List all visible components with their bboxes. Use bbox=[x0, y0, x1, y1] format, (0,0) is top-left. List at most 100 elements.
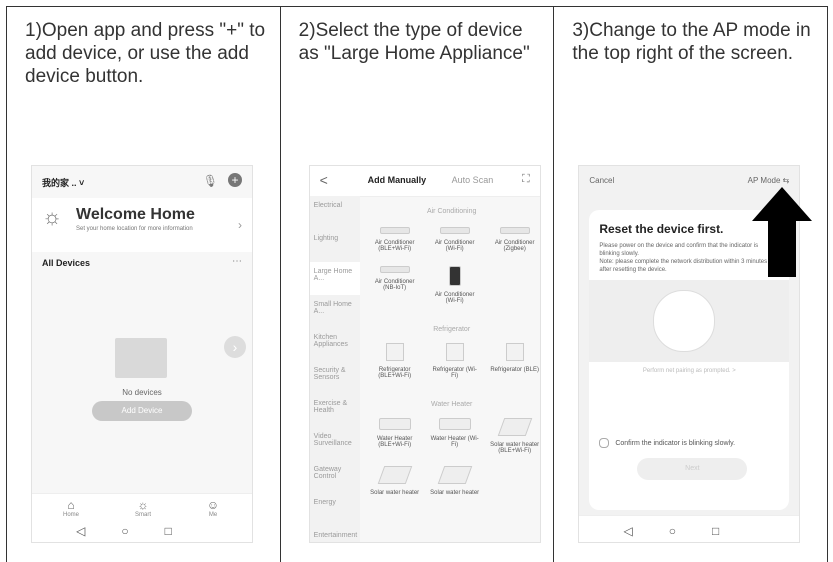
cancel-button[interactable]: Cancel bbox=[589, 176, 614, 185]
category-item[interactable]: Security & Sensors bbox=[310, 361, 360, 394]
water-heater-icon bbox=[438, 418, 471, 430]
portable-ac-icon bbox=[448, 266, 461, 286]
phone-add-device-screen: < Add Manually Auto Scan ⛶ Electrical Li… bbox=[308, 165, 541, 543]
back-triangle-icon[interactable]: ◁ bbox=[623, 524, 668, 538]
section-title: Water Heater bbox=[430, 401, 473, 408]
step-2-panel: 2)Select the type of device as "Large Ho… bbox=[281, 7, 555, 562]
recent-square-icon[interactable]: □ bbox=[712, 524, 755, 538]
category-item-selected[interactable]: Large Home A... bbox=[309, 262, 360, 295]
nav-me[interactable]: ☺ Me bbox=[188, 498, 238, 518]
step-1-caption: 1)Open app and press "+" to add device, … bbox=[25, 20, 266, 87]
device-label: Air Conditioner (NB-IoT) bbox=[374, 279, 415, 291]
welcome-subtitle: Set your home location for more informat… bbox=[76, 226, 193, 232]
category-item[interactable]: Kitchen Appliances bbox=[310, 328, 360, 361]
nav-smart[interactable]: ☼ Smart bbox=[118, 498, 168, 518]
solar-heater-icon bbox=[377, 466, 412, 484]
scan-icon[interactable]: ⛶ bbox=[522, 173, 530, 186]
welcome-card[interactable]: ☼ Welcome Home Set your home location fo… bbox=[32, 198, 252, 252]
home-icon: ⌂ bbox=[67, 498, 75, 512]
reset-title: Reset the device first. bbox=[599, 222, 724, 236]
add-plus-icon[interactable]: + bbox=[228, 173, 242, 187]
instruction-grid: 1)Open app and press "+" to add device, … bbox=[6, 6, 829, 562]
device-label: Air Conditioner (Wi-Fi) bbox=[434, 240, 475, 252]
device-item[interactable]: Air Conditioner (Wi-Fi) bbox=[430, 223, 480, 252]
device-item[interactable]: Water Heater (Wi-Fi) bbox=[430, 416, 480, 454]
radio-button[interactable] bbox=[599, 438, 610, 448]
home-title[interactable]: 我的家 .. ˅ bbox=[42, 176, 84, 189]
device-item[interactable]: Water Heater (BLE+Wi-Fi) bbox=[370, 416, 420, 454]
device-label: Solar water heater (BLE+Wi-Fi) bbox=[490, 442, 540, 454]
device-item[interactable]: Air Conditioner (NB-IoT) bbox=[370, 262, 420, 304]
solar-heater-icon bbox=[497, 418, 532, 436]
device-item[interactable]: Refrigerator (Wi-Fi) bbox=[430, 341, 480, 379]
confirm-row[interactable]: Confirm the indicator is blinking slowly… bbox=[599, 438, 789, 448]
smart-icon: ☼ bbox=[137, 498, 149, 512]
device-label: Solar water heater bbox=[430, 490, 480, 496]
device-item[interactable]: Air Conditioner (Zigbee) bbox=[490, 223, 540, 252]
home-circle-icon[interactable]: ○ bbox=[121, 524, 164, 538]
nav-home-label: Home bbox=[62, 512, 79, 518]
device-label: Refrigerator (BLE+Wi-Fi) bbox=[378, 367, 412, 379]
device-item[interactable]: Air Conditioner (BLE+Wi-Fi) bbox=[370, 223, 420, 252]
device-item[interactable]: Refrigerator (BLE+Wi-Fi) bbox=[370, 341, 420, 379]
system-nav: ◁○□ bbox=[579, 524, 799, 538]
nav-me-label: Me bbox=[208, 512, 218, 518]
category-item[interactable]: Gateway Control bbox=[310, 460, 360, 493]
all-devices-label[interactable]: All Devices bbox=[42, 258, 90, 268]
nav-home[interactable]: ⌂ Home bbox=[46, 498, 96, 518]
tab-auto-scan[interactable]: Auto Scan bbox=[452, 175, 494, 185]
me-icon: ☺ bbox=[206, 498, 220, 512]
device-label: Water Heater (Wi-Fi) bbox=[430, 436, 479, 448]
no-devices-text: No devices bbox=[122, 388, 162, 397]
device-label: Air Conditioner (Wi-Fi) bbox=[434, 292, 475, 304]
system-nav-bar: ◁○□ bbox=[579, 515, 800, 542]
device-item[interactable]: Solar water heater bbox=[370, 464, 420, 496]
more-icon[interactable]: ⋯ bbox=[232, 256, 242, 267]
category-item[interactable]: Video Surveillance bbox=[310, 427, 360, 460]
ac-items: Air Conditioner (BLE+Wi-Fi) Air Conditio… bbox=[364, 223, 540, 314]
water-heater-icon bbox=[378, 418, 411, 430]
side-arrow-icon[interactable]: › bbox=[224, 336, 246, 358]
fridge-items: Refrigerator (BLE+Wi-Fi) Refrigerator (W… bbox=[364, 341, 540, 389]
mic-icon[interactable]: 🎙 bbox=[203, 174, 218, 188]
recent-square-icon[interactable]: □ bbox=[165, 524, 208, 538]
next-button[interactable]: Next bbox=[637, 458, 748, 480]
ac-icon bbox=[499, 227, 530, 234]
device-item[interactable]: Solar water heater bbox=[430, 464, 480, 496]
fridge-icon bbox=[445, 343, 464, 361]
category-item[interactable]: Exercise & Health bbox=[310, 394, 360, 427]
step-3-panel: 3)Change to the AP mode in the top right… bbox=[554, 7, 829, 562]
category-item[interactable]: Electrical bbox=[310, 196, 360, 229]
system-nav: ◁○□ bbox=[32, 524, 252, 538]
sun-icon: ☼ bbox=[42, 204, 63, 229]
home-circle-icon[interactable]: ○ bbox=[669, 524, 712, 538]
section-title: Refrigerator bbox=[433, 326, 471, 333]
fridge-icon bbox=[505, 343, 524, 361]
bottom-nav: ⌂ Home ☼ Smart ☺ Me ◁○□ bbox=[32, 493, 252, 542]
phone-home-screen: 我的家 .. ˅ 🎙 + ☼ Welcome Home Set your hom… bbox=[31, 165, 253, 543]
device-item[interactable]: Solar water heater (BLE+Wi-Fi) bbox=[490, 416, 540, 454]
water-heater-items: Water Heater (BLE+Wi-Fi) Water Heater (W… bbox=[364, 416, 540, 506]
device-label: Refrigerator (BLE) bbox=[490, 367, 540, 373]
category-item[interactable]: Small Home A... bbox=[310, 295, 360, 328]
category-item[interactable]: Lighting bbox=[310, 229, 360, 262]
perform-pairing-link[interactable]: Perform net pairing as prompted. > bbox=[589, 368, 789, 374]
back-button[interactable]: < bbox=[320, 172, 328, 188]
empty-box-illustration bbox=[115, 338, 167, 378]
tab-add-manually[interactable]: Add Manually bbox=[368, 175, 427, 185]
ac-icon bbox=[439, 227, 470, 234]
welcome-title: Welcome Home bbox=[76, 206, 195, 223]
step-1-panel: 1)Open app and press "+" to add device, … bbox=[7, 7, 281, 562]
ap-mode-toggle[interactable]: AP Mode ⇆ bbox=[748, 176, 790, 185]
category-item[interactable]: Energy bbox=[310, 493, 360, 526]
add-device-button[interactable]: Add Device bbox=[92, 401, 192, 421]
device-item[interactable]: Air Conditioner (Wi-Fi) bbox=[430, 262, 480, 304]
step-3-caption: 3)Change to the AP mode in the top right… bbox=[572, 20, 811, 64]
device-item[interactable]: Refrigerator (BLE) bbox=[490, 341, 540, 379]
add-device-header: < Add Manually Auto Scan ⛶ bbox=[309, 166, 540, 197]
ac-icon bbox=[379, 266, 410, 273]
fridge-icon bbox=[385, 343, 404, 361]
category-item[interactable]: Entertainment bbox=[310, 526, 360, 542]
back-triangle-icon[interactable]: ◁ bbox=[76, 524, 121, 538]
nav-smart-label: Smart bbox=[134, 512, 151, 518]
